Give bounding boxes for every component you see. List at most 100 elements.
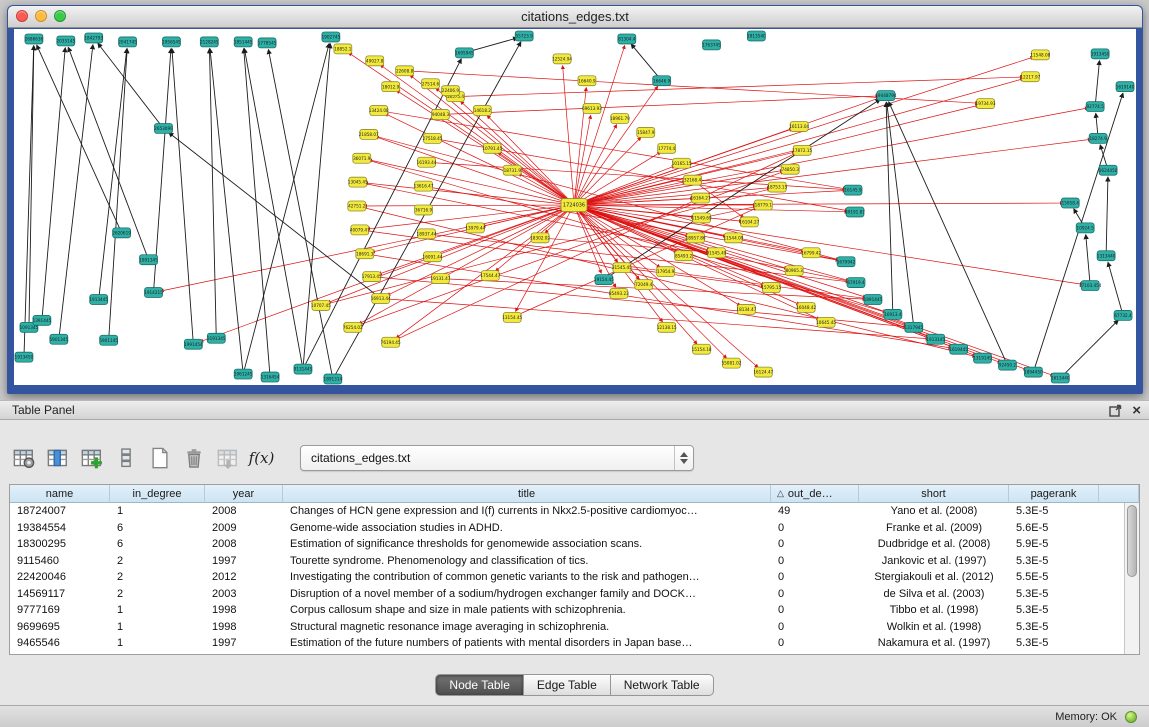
graph-node[interactable]: 91545.49 bbox=[707, 248, 727, 258]
tab-network-table[interactable]: Network Table bbox=[611, 674, 714, 696]
graph-node[interactable]: 16799.42 bbox=[801, 248, 821, 258]
graph-node[interactable]: 21858.07 bbox=[359, 129, 379, 139]
vertical-scrollbar[interactable] bbox=[1124, 503, 1139, 654]
graph-node[interactable]: 36716.9 bbox=[415, 205, 433, 215]
close-panel-button[interactable]: × bbox=[1132, 403, 1141, 418]
graph-node[interactable]: 1619445 bbox=[949, 344, 968, 354]
graph-node[interactable]: 15958.4 bbox=[1061, 198, 1079, 208]
graph-node[interactable]: 18134.47 bbox=[736, 304, 756, 314]
graph-node[interactable]: 1613440 bbox=[1051, 373, 1070, 383]
graph-node[interactable]: 1913445 bbox=[89, 295, 108, 305]
table-row[interactable]: 969969511998Structural magnetic resonanc… bbox=[10, 619, 1124, 636]
table-cell[interactable]: Investigating the contribution of common… bbox=[283, 571, 771, 583]
graph-node[interactable]: 67919.4 bbox=[847, 278, 865, 288]
graph-node[interactable]: 18274.9 bbox=[1089, 133, 1107, 143]
graph-node[interactable]: 12217.97 bbox=[1020, 72, 1040, 82]
graph-node[interactable]: 11549.69 bbox=[692, 213, 712, 223]
graph-node[interactable]: 16113.04 bbox=[789, 121, 809, 131]
graph-node[interactable]: 49027.8 bbox=[366, 56, 384, 66]
table-row[interactable]: 1830029562008Estimation of significance … bbox=[10, 536, 1124, 553]
table-cell[interactable]: 2 bbox=[110, 588, 205, 600]
table-cell[interactable]: Wolkin et al. (1998) bbox=[859, 621, 1009, 633]
graph-node[interactable]: 1724036 bbox=[561, 199, 587, 212]
graph-node[interactable]: 1991454 bbox=[184, 339, 203, 349]
table-row[interactable]: 1938455462009Genome-wide association stu… bbox=[10, 520, 1124, 537]
graph-node[interactable]: 1914215 bbox=[144, 288, 163, 298]
graph-node[interactable]: 16913.44 bbox=[371, 294, 391, 304]
table-cell[interactable]: Genome-wide association studies in ADHD. bbox=[283, 522, 771, 534]
graph-node[interactable]: 16048.42 bbox=[796, 302, 816, 312]
table-cell[interactable]: 9115460 bbox=[10, 555, 110, 567]
window-title-bar[interactable]: citations_edges.txt bbox=[8, 6, 1142, 28]
graph-node[interactable]: 11548.08 bbox=[1030, 50, 1050, 60]
scrollbar-thumb[interactable] bbox=[1127, 505, 1137, 577]
graph-node[interactable]: 1619140 bbox=[1116, 82, 1135, 92]
table-cell[interactable]: 5.3E-5 bbox=[1009, 621, 1099, 633]
graph-node[interactable]: 14618.2 bbox=[473, 106, 491, 116]
graph-node[interactable]: 1319145 bbox=[973, 353, 992, 363]
table-cell[interactable]: 2012 bbox=[205, 571, 283, 583]
table-cell[interactable]: Dudbridge et al. (2008) bbox=[859, 538, 1009, 550]
graph-node[interactable]: 27518.45 bbox=[423, 133, 443, 143]
graph-node[interactable]: 17872.15 bbox=[792, 145, 812, 155]
graph-node[interactable]: 18937.44 bbox=[417, 229, 437, 239]
graph-node[interactable]: 13424.08 bbox=[369, 106, 389, 116]
graph-node[interactable]: 17954.9 bbox=[657, 267, 675, 277]
graph-node[interactable]: 1956545 bbox=[162, 37, 181, 47]
table-cell[interactable]: 2 bbox=[110, 555, 205, 567]
graph-node[interactable]: 1763745 bbox=[702, 40, 721, 50]
graph-node[interactable]: 16193.44 bbox=[417, 157, 437, 167]
graph-node[interactable]: 10924.5 bbox=[1076, 223, 1094, 233]
column-header-title[interactable]: title bbox=[283, 485, 771, 503]
table-cell[interactable]: 1998 bbox=[205, 604, 283, 616]
graph-node[interactable]: 81304.4 bbox=[618, 34, 636, 44]
table-cell[interactable]: Disruption of a novel member of a sodium… bbox=[283, 588, 771, 600]
graph-node[interactable]: 17103.454 bbox=[1079, 281, 1102, 291]
graph-node[interactable]: 17544.47 bbox=[480, 271, 500, 281]
graph-node[interactable]: 1851445 bbox=[234, 37, 253, 47]
graph-node[interactable]: 2620619 bbox=[112, 228, 131, 238]
graph-node[interactable]: 16646.9 bbox=[653, 76, 671, 86]
table-cell[interactable]: 1 bbox=[110, 621, 205, 633]
graph-node[interactable]: 1695945 bbox=[455, 48, 474, 58]
import-table-icon[interactable] bbox=[214, 445, 241, 472]
graph-node[interactable]: 18731.9 bbox=[503, 165, 521, 175]
graph-node[interactable]: 1778545 bbox=[258, 38, 277, 48]
table-cell[interactable]: 19384554 bbox=[10, 522, 110, 534]
graph-node[interactable]: 76254.02 bbox=[343, 322, 363, 332]
edit-table-icon[interactable] bbox=[78, 445, 105, 472]
table-row[interactable]: 977716911998Corpus callosum shape and si… bbox=[10, 602, 1124, 619]
graph-node[interactable]: 69613.93 bbox=[582, 104, 602, 114]
graph-node[interactable]: 18753.15 bbox=[767, 182, 787, 192]
table-cell[interactable]: 49 bbox=[771, 505, 859, 517]
graph-node[interactable]: 13045.45 bbox=[348, 177, 368, 187]
graph-node[interactable]: 10165.15 bbox=[672, 158, 692, 168]
close-button[interactable] bbox=[16, 10, 28, 22]
table-cell[interactable]: 0 bbox=[771, 621, 859, 633]
graph-node[interactable]: 10707.45 bbox=[311, 300, 331, 310]
graph-node[interactable]: 5901145 bbox=[99, 335, 118, 345]
graph-node[interactable]: 16091.44 bbox=[423, 252, 443, 262]
graph-node[interactable]: 18779.1 bbox=[754, 200, 772, 210]
table-cell[interactable]: de Silva et al. (2003) bbox=[859, 588, 1009, 600]
graph-node[interactable]: 2035145 bbox=[57, 36, 76, 46]
table-cell[interactable]: 1 bbox=[110, 637, 205, 649]
graph-node[interactable]: 18302.02 bbox=[530, 233, 550, 243]
table-cell[interactable]: 0 bbox=[771, 604, 859, 616]
table-cell[interactable]: 1997 bbox=[205, 555, 283, 567]
table-cell[interactable]: 22420046 bbox=[10, 571, 110, 583]
table-cell[interactable]: 0 bbox=[771, 637, 859, 649]
graph-node[interactable]: 1624450 bbox=[1099, 165, 1118, 175]
graph-node[interactable]: 3191345 bbox=[207, 333, 226, 343]
graph-node[interactable]: 18691.3 bbox=[356, 249, 374, 259]
graph-node[interactable]: 2653099 bbox=[154, 123, 173, 133]
table-cell[interactable]: Tibbo et al. (1998) bbox=[859, 604, 1009, 616]
table-cell[interactable]: 2008 bbox=[205, 538, 283, 550]
graph-node[interactable]: 1391445 bbox=[33, 315, 52, 325]
float-panel-button[interactable] bbox=[1109, 404, 1122, 417]
row-options-icon[interactable] bbox=[112, 445, 139, 472]
graph-node[interactable]: 80965.3 bbox=[785, 266, 803, 276]
table-cell[interactable]: 5.6E-5 bbox=[1009, 522, 1099, 534]
graph-node[interactable]: 27514.6 bbox=[422, 79, 440, 89]
table-cell[interactable]: 0 bbox=[771, 588, 859, 600]
